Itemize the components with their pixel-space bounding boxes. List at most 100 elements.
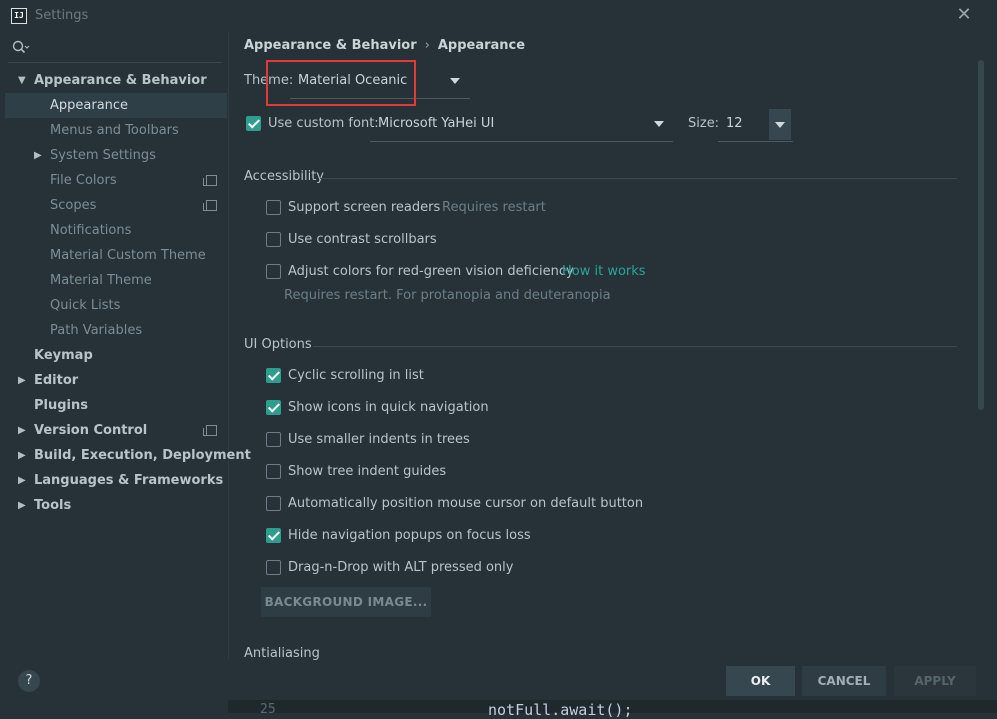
sidebar-item[interactable]: ▶ Build, Execution, Deployment	[0, 443, 251, 468]
screen-readers-checkbox[interactable]	[266, 200, 281, 215]
sidebar-item-label: Keymap	[34, 348, 93, 363]
chevron-down-icon	[775, 122, 785, 128]
sidebar-item[interactable]: ▶ Version Control	[0, 418, 228, 443]
sidebar-item-label: Appearance & Behavior	[34, 73, 207, 88]
ui-option-checkbox[interactable]	[266, 528, 281, 543]
sidebar-item-label: Languages & Frameworks	[34, 473, 224, 488]
chevron-down-icon	[450, 78, 460, 84]
breadcrumb-current: Appearance	[437, 38, 526, 53]
sidebar-item-label: Quick Lists	[50, 298, 121, 313]
search-input[interactable]	[8, 34, 222, 63]
sidebar-item[interactable]: Keymap	[0, 343, 228, 368]
section-divider	[320, 178, 957, 179]
scrollbar[interactable]	[978, 60, 984, 410]
cancel-button[interactable]: CANCEL	[802, 666, 886, 696]
close-icon[interactable]: ✕	[955, 6, 973, 24]
apply-button[interactable]: APPLY	[894, 666, 976, 696]
screen-readers-label: Support screen readers	[288, 200, 441, 215]
search-icon[interactable]	[12, 40, 30, 56]
sidebar-item[interactable]: ▶ System Settings	[0, 143, 228, 168]
sidebar-item[interactable]: Scopes	[0, 193, 228, 218]
sidebar-item-label: System Settings	[50, 148, 156, 163]
editor-code-line: notFull.await();	[488, 701, 633, 719]
sidebar-item[interactable]: File Colors	[0, 168, 228, 193]
accessibility-section-title: Accessibility	[244, 169, 324, 184]
breadcrumb-parent[interactable]: Appearance & Behavior	[244, 38, 417, 53]
window-title: Settings	[35, 8, 89, 23]
font-size-label: Size:	[688, 116, 720, 131]
font-value: Microsoft YaHei UI	[378, 116, 495, 131]
collapse-arrow-icon[interactable]: ▶	[18, 468, 28, 493]
sidebar-item[interactable]: Notifications	[0, 218, 228, 243]
ok-button[interactable]: OK	[726, 666, 795, 696]
ui-option-label: Show tree indent guides	[288, 464, 447, 479]
custom-font-checkbox[interactable]	[246, 116, 261, 131]
sidebar-item-label: Notifications	[50, 223, 132, 238]
sidebar-item-label: Scopes	[50, 198, 97, 213]
background-image-button[interactable]: BACKGROUND IMAGE...	[261, 587, 431, 617]
restart-hint: Requires restart	[442, 200, 546, 215]
sidebar-item[interactable]: Material Theme	[0, 268, 228, 293]
ui-option-label: Cyclic scrolling in list	[288, 368, 424, 383]
collapse-arrow-icon[interactable]: ▶	[34, 143, 44, 168]
color-deficiency-hint: Requires restart. For protanopia and deu…	[284, 288, 611, 303]
contrast-scrollbars-checkbox[interactable]	[266, 232, 281, 247]
collapse-arrow-icon[interactable]: ▶	[18, 443, 28, 468]
sidebar-item-label: File Colors	[50, 173, 117, 188]
antialiasing-section-title: Antialiasing	[244, 646, 320, 660]
color-deficiency-label: Adjust colors for red-green vision defic…	[288, 264, 574, 279]
ui-option-label: Use smaller indents in trees	[288, 432, 470, 447]
ui-option-checkbox[interactable]	[266, 464, 281, 479]
sidebar-item[interactable]: ▶ Editor	[0, 368, 228, 393]
collapse-arrow-icon[interactable]: ▶	[18, 493, 28, 518]
ui-option-label: Drag-n-Drop with ALT pressed only	[288, 560, 514, 575]
sidebar-item[interactable]: Path Variables	[0, 318, 228, 343]
chevron-right-icon: ›	[424, 38, 430, 53]
app-logo-icon: IJ	[11, 8, 27, 24]
sidebar-item[interactable]: ▼ Appearance & Behavior	[0, 68, 228, 93]
custom-font-label: Use custom font:	[268, 116, 379, 131]
breadcrumb: Appearance & Behavior › Appearance	[244, 38, 525, 53]
ui-option-checkbox[interactable]	[266, 560, 281, 575]
sidebar-item-label: Appearance	[50, 98, 129, 113]
color-deficiency-checkbox[interactable]	[266, 264, 281, 279]
font-dropdown[interactable]: Microsoft YaHei UI	[370, 116, 673, 142]
font-size-dropdown[interactable]: 12	[718, 109, 793, 142]
ui-option-label: Hide navigation popups on focus loss	[288, 528, 531, 543]
sidebar-item[interactable]: Menus and Toolbars	[0, 118, 228, 143]
contrast-scrollbars-label: Use contrast scrollbars	[288, 232, 437, 247]
sidebar-item-label: Plugins	[34, 398, 88, 413]
sidebar-item-label: Editor	[34, 373, 79, 388]
sidebar-item-label: Path Variables	[50, 323, 143, 338]
sidebar-item[interactable]: Appearance	[5, 93, 227, 118]
copy-icon	[203, 425, 217, 436]
sidebar-item[interactable]: Material Custom Theme	[0, 243, 228, 268]
ui-option-checkbox[interactable]	[266, 432, 281, 447]
sidebar-item[interactable]: Plugins	[0, 393, 228, 418]
sidebar-item[interactable]: ▶ Tools	[0, 493, 228, 518]
highlight-box	[266, 60, 416, 106]
sidebar-item-label: Version Control	[34, 423, 148, 438]
ui-option-checkbox[interactable]	[266, 400, 281, 415]
collapse-arrow-icon[interactable]: ▶	[18, 368, 28, 393]
ui-option-label: Automatically position mouse cursor on d…	[288, 496, 644, 511]
help-button[interactable]: ?	[18, 670, 40, 692]
ui-option-label: Show icons in quick navigation	[288, 400, 489, 415]
ui-option-checkbox[interactable]	[266, 368, 281, 383]
expand-arrow-icon[interactable]: ▼	[18, 68, 28, 93]
sidebar-item-label: Build, Execution, Deployment	[34, 448, 251, 463]
how-it-works-link[interactable]: How it works	[562, 264, 646, 279]
copy-icon	[203, 175, 217, 186]
collapse-arrow-icon[interactable]: ▶	[18, 418, 28, 443]
sidebar-item[interactable]: ▶ Languages & Frameworks	[0, 468, 228, 493]
ui-options-section-title: UI Options	[244, 337, 312, 352]
sidebar-item-label: Material Theme	[50, 273, 152, 288]
font-size-arrow-button[interactable]	[769, 109, 791, 140]
ui-option-checkbox[interactable]	[266, 496, 281, 511]
section-divider	[313, 346, 957, 347]
font-size-value: 12	[726, 116, 743, 131]
sidebar-item[interactable]: Quick Lists	[0, 293, 228, 318]
editor-line-number: 25	[260, 702, 276, 717]
title-bar	[0, 0, 997, 32]
chevron-down-icon	[654, 121, 664, 127]
